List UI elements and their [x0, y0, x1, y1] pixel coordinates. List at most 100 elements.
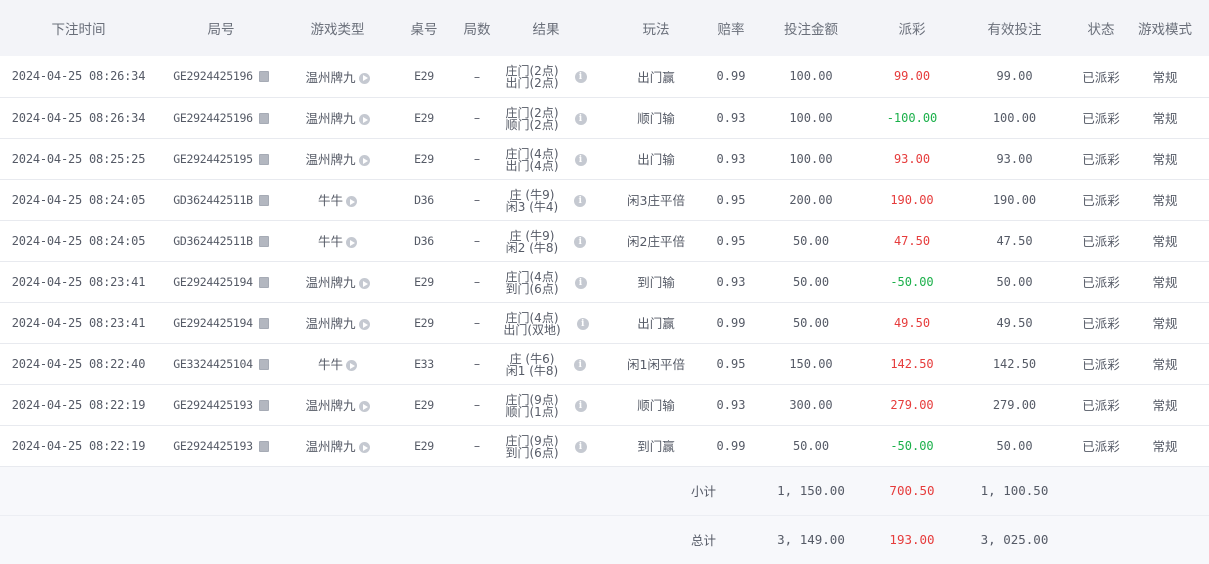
bet-time: 2024-04-25 08:22:19: [11, 397, 146, 412]
game-mode: 常规: [1152, 69, 1178, 85]
copy-icon[interactable]: [255, 397, 269, 411]
game-type-cell: 牛牛: [285, 343, 390, 384]
odds: 0.99: [716, 69, 746, 84]
subtotal-valid: 1, 100.50: [948, 466, 1081, 516]
valid-bet: 190.00: [992, 192, 1037, 207]
odds: 0.93: [716, 397, 746, 412]
game-type: 温州牌九: [305, 111, 356, 126]
info-icon[interactable]: i: [574, 276, 587, 289]
game-mode: 常规: [1152, 234, 1178, 249]
copy-icon[interactable]: [255, 438, 269, 452]
play-icon[interactable]: [358, 72, 370, 84]
play-icon[interactable]: [346, 237, 357, 248]
bet-time: 2024-04-25 08:24:05: [11, 192, 146, 207]
result-line-2: 出门(4点): [505, 158, 559, 173]
info-icon[interactable]: i: [574, 235, 587, 248]
game-mode: 常规: [1152, 357, 1178, 372]
info-icon[interactable]: i: [576, 317, 589, 330]
round-id: GE2924425194: [173, 315, 253, 330]
round-id: GE2924425196: [173, 110, 253, 125]
odds: 0.95: [716, 192, 746, 207]
game-type: 温州牌九: [305, 152, 356, 167]
game-mode: 常规: [1152, 398, 1178, 413]
payout: 190.00: [890, 192, 934, 207]
play-type: 闲3庄平倍: [627, 193, 685, 208]
result-cell: 庄 (牛6) 闲1 (牛8) i: [496, 343, 596, 384]
table-row: 2024-04-25 08:22:19 GE2924425193 温州牌九 E29– 庄…: [0, 384, 1209, 425]
payout: -50.00: [890, 274, 934, 289]
play-type: 出门赢: [637, 316, 675, 331]
copy-icon[interactable]: [255, 315, 269, 329]
result-line-2: 到门(6点): [505, 281, 559, 296]
valid-bet: 100.00: [992, 110, 1037, 125]
info-icon[interactable]: i: [574, 194, 587, 207]
game-type-cell: 牛牛: [285, 179, 390, 220]
col-result: 结果: [532, 22, 560, 38]
table-no: E29: [414, 397, 434, 412]
play-icon[interactable]: [358, 114, 370, 125]
total-payout: 193.00: [889, 532, 935, 548]
copy-icon[interactable]: [255, 192, 269, 206]
round-id-cell: GE2924425196: [157, 97, 285, 138]
table-header: 下注时间 局号 游戏类型 桌号 局数 结果 玩法 赔率 投注金额 派彩 有效投注…: [0, 0, 1209, 56]
result-line-2: 闲2 (牛8): [505, 240, 559, 255]
bet-amount: 50.00: [792, 438, 830, 453]
total-row: 总计 3, 149.00 193.00 3, 025.00: [0, 515, 1209, 564]
col-bet-amount: 投注金额: [784, 22, 838, 38]
play-icon[interactable]: [346, 196, 357, 207]
info-icon[interactable]: i: [574, 358, 587, 371]
info-icon[interactable]: i: [574, 399, 587, 412]
col-valid-bet: 有效投注: [987, 22, 1042, 38]
play-type: 出门输: [637, 152, 675, 167]
round-count: –: [473, 68, 481, 84]
play-type: 出门赢: [637, 69, 675, 85]
status: 已派彩: [1082, 234, 1120, 249]
round-count: –: [473, 315, 481, 330]
play-icon[interactable]: [358, 442, 370, 453]
round-count: –: [473, 110, 481, 125]
table-row: 2024-04-25 08:26:34 GE2924425196 温州牌九 E29– 庄…: [0, 97, 1209, 138]
info-icon[interactable]: i: [574, 153, 587, 166]
copy-icon[interactable]: [255, 274, 269, 288]
copy-icon[interactable]: [255, 151, 269, 165]
table-row: 2024-04-25 08:24:05 GD362442511B 牛牛 D36– 庄 (…: [0, 220, 1209, 261]
round-count: –: [473, 397, 481, 412]
payout: -100.00: [886, 110, 938, 125]
play-icon[interactable]: [358, 278, 370, 289]
copy-icon[interactable]: [255, 69, 269, 83]
round-count: –: [473, 192, 481, 207]
col-round-count: 局数: [463, 22, 491, 38]
col-status: 状态: [1087, 22, 1115, 38]
play-type: 到门赢: [637, 439, 675, 454]
round-id: GE2924425193: [173, 397, 253, 412]
bet-amount: 100.00: [789, 110, 833, 125]
play-icon[interactable]: [358, 401, 370, 412]
round-id-cell: GD362442511B: [157, 179, 285, 220]
copy-icon[interactable]: [255, 356, 269, 370]
game-type: 温州牌九: [305, 69, 356, 85]
game-type: 牛牛: [317, 193, 343, 208]
table-row: 2024-04-25 08:23:41 GE2924425194 温州牌九 E29– 庄…: [0, 302, 1209, 343]
info-icon[interactable]: i: [574, 440, 587, 453]
bet-amount: 50.00: [792, 315, 830, 330]
copy-icon[interactable]: [255, 110, 269, 124]
status: 已派彩: [1082, 111, 1120, 126]
game-type: 温州牌九: [305, 439, 356, 454]
table-row: 2024-04-25 08:22:19 GE2924425193 温州牌九 E29– 庄…: [0, 425, 1209, 466]
valid-bet: 142.50: [992, 356, 1037, 371]
round-id: GD362442511B: [173, 192, 253, 207]
game-type-cell: 温州牌九: [285, 425, 390, 466]
result-cell: 庄门(9点) 顺门(1点) i: [496, 384, 596, 425]
play-icon[interactable]: [346, 360, 357, 371]
info-icon[interactable]: i: [574, 71, 587, 84]
round-id-cell: GE3324425104: [157, 343, 285, 384]
round-id-cell: GD362442511B: [157, 220, 285, 261]
bet-time: 2024-04-25 08:26:34: [11, 110, 146, 125]
copy-icon[interactable]: [255, 233, 269, 247]
play-icon[interactable]: [358, 155, 370, 166]
round-count: –: [473, 151, 481, 166]
game-mode: 常规: [1152, 152, 1178, 167]
table-row: 2024-04-25 08:26:34 GE2924425196 温州牌九 E29– 庄…: [0, 56, 1209, 97]
play-icon[interactable]: [358, 319, 370, 330]
info-icon[interactable]: i: [574, 112, 587, 125]
